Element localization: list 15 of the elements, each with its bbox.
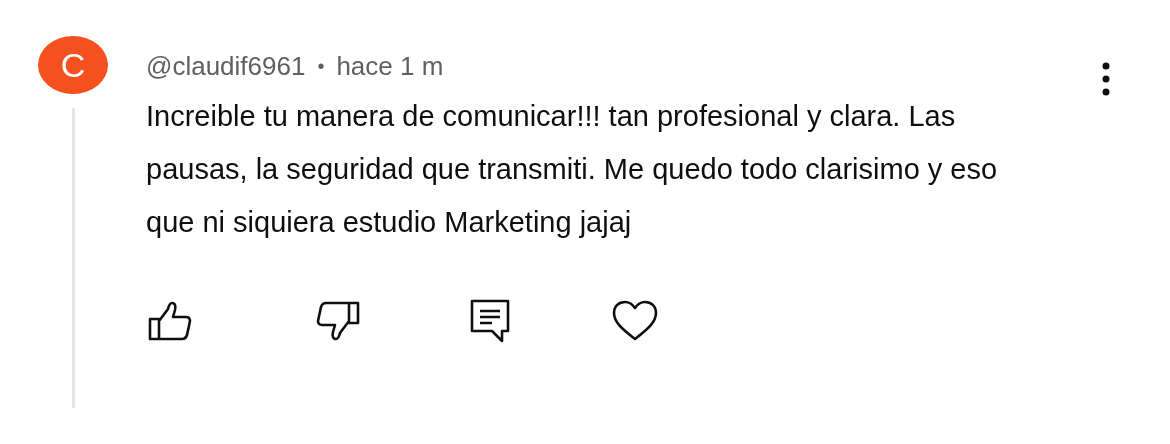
separator-dot: • <box>317 54 325 78</box>
author-name[interactable]: @claudif6961 <box>146 50 306 82</box>
thumbs-down-icon <box>316 301 360 341</box>
thumbs-up-icon <box>148 301 192 341</box>
like-button[interactable] <box>148 301 192 341</box>
dislike-button[interactable] <box>316 301 360 341</box>
more-icon <box>1102 62 1110 96</box>
comment-icon <box>470 299 510 343</box>
reply-button[interactable] <box>470 299 510 343</box>
avatar[interactable]: C <box>38 36 108 94</box>
comment-text: Increible tu manera de comunicar!!! tan profesional y clara. Las pausas, la seguridad que transmiti. Me quedo todo clarisimo y eso que ni siquiera estudio Marketing jajaj <box>146 99 999 240</box>
timestamp: hace 1 m <box>336 50 444 82</box>
heart-button[interactable] <box>612 300 658 342</box>
heart-icon <box>612 300 658 342</box>
more-options-button[interactable] <box>1102 62 1110 98</box>
